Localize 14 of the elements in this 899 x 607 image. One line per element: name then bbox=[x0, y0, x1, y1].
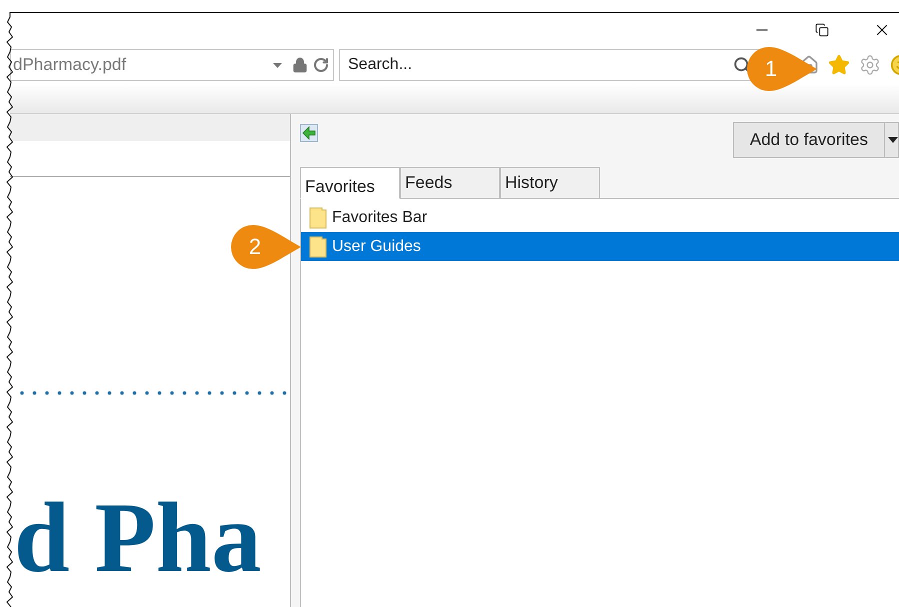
add-to-favorites-button[interactable]: Add to favorites bbox=[734, 123, 884, 157]
tab[interactable]: History bbox=[500, 167, 600, 198]
item-label: Favorites Bar bbox=[332, 208, 428, 228]
tab[interactable]: Favorites bbox=[300, 167, 400, 199]
document-heading: d Pha bbox=[14, 488, 262, 588]
item-label: User Guides bbox=[332, 236, 421, 256]
callout-number: 2 bbox=[248, 236, 262, 258]
address-text: dPharmacy.pdf bbox=[13, 54, 128, 76]
tab[interactable]: Feeds bbox=[400, 167, 500, 198]
address-field[interactable]: dPharmacy.pdf bbox=[10, 49, 334, 81]
favorites-item[interactable]: User Guides bbox=[301, 232, 899, 261]
callout-number: 1 bbox=[764, 58, 778, 80]
favorites-item[interactable]: Favorites Bar bbox=[301, 203, 899, 232]
search-field[interactable]: Search... bbox=[339, 49, 759, 81]
